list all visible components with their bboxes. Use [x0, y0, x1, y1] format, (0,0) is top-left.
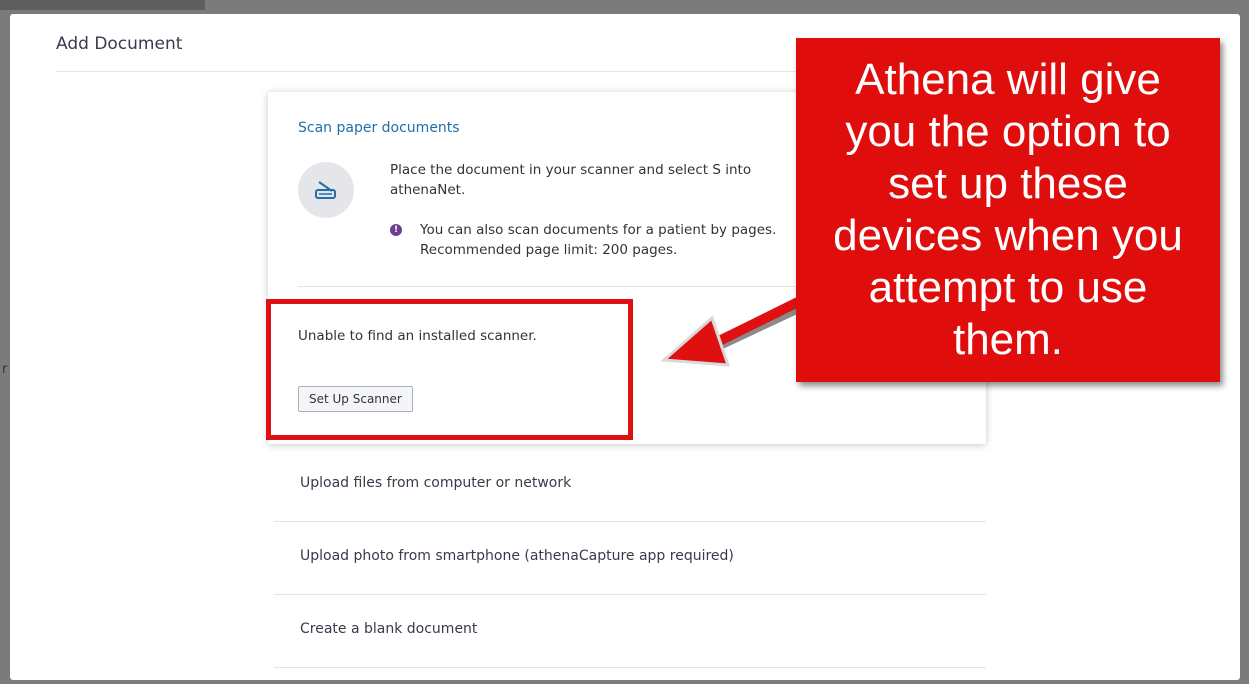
callout-text: Athena will give you the option to set u… [833, 55, 1183, 364]
annotation-callout: Athena will give you the option to set u… [796, 38, 1220, 382]
